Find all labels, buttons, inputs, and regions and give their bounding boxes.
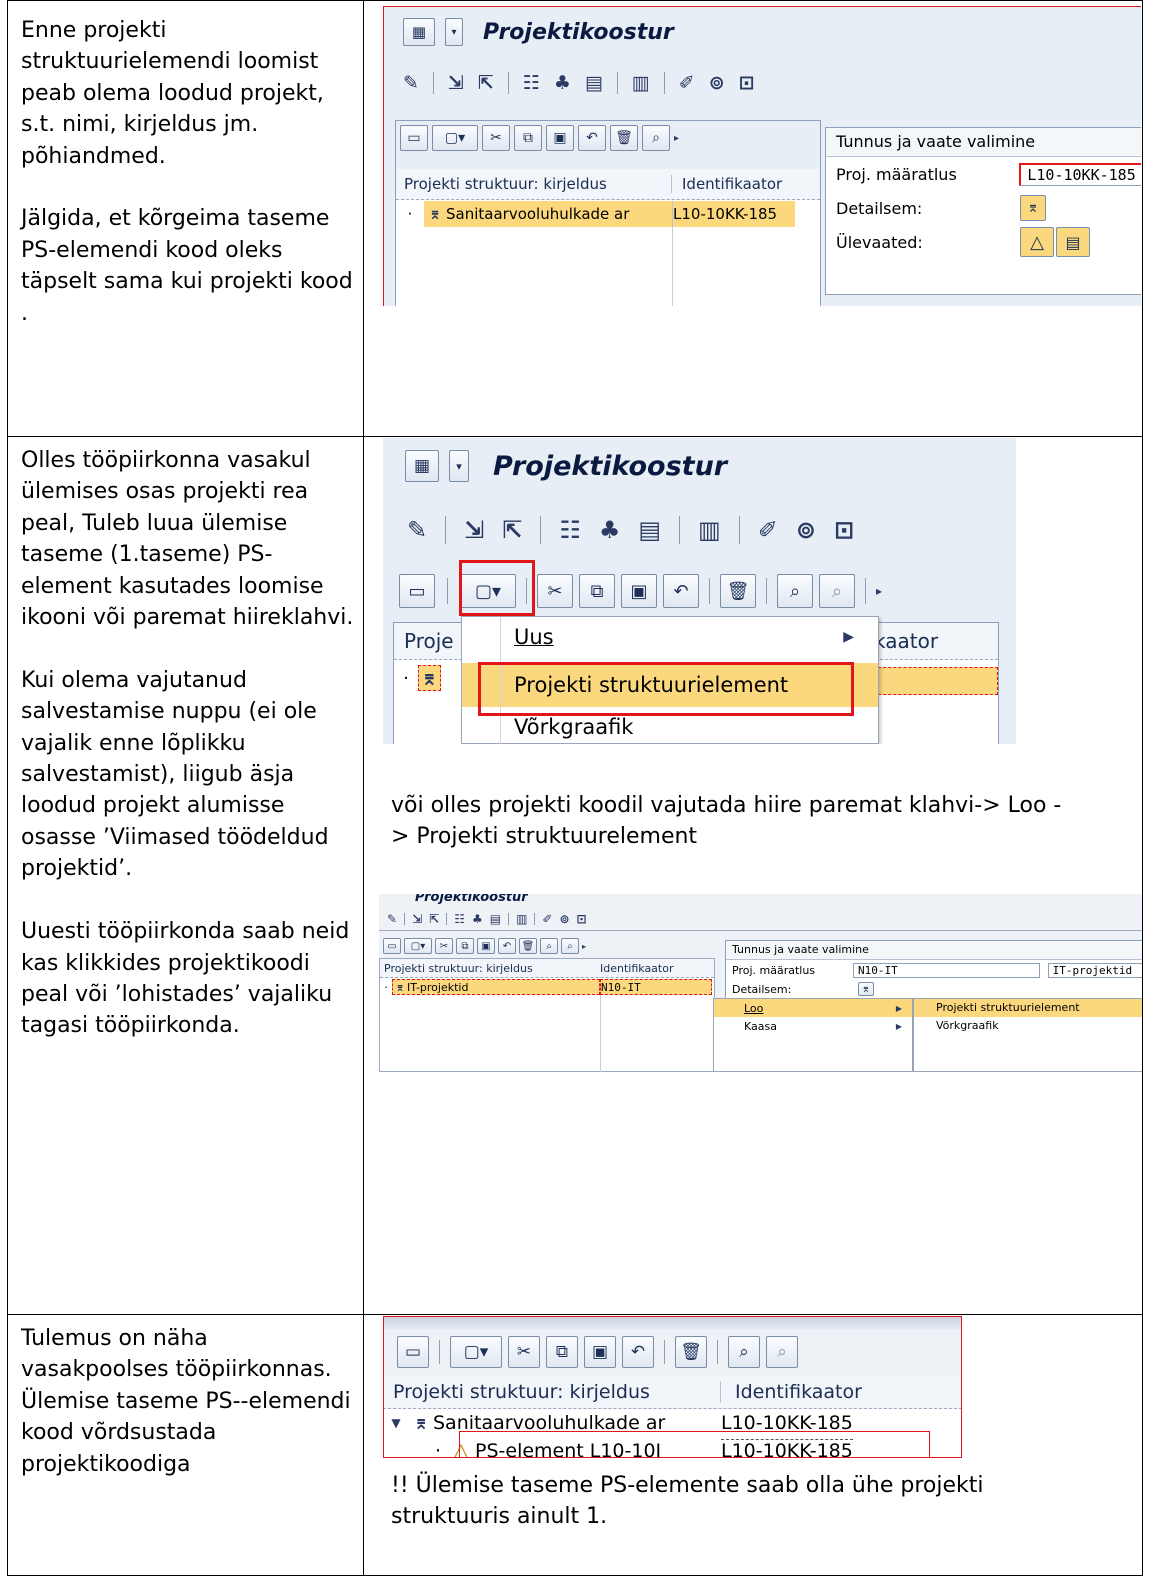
project-definition-icon: ⌆ xyxy=(418,665,441,691)
project-icon[interactable]: ⌆ xyxy=(858,982,874,996)
structure-icon[interactable]: ♣ xyxy=(599,516,621,544)
menu-item-projekti-struktuurielement[interactable]: Projekti struktuurielement xyxy=(914,999,1142,1017)
menu-item-vorkgraafik[interactable]: Võrkgraafik xyxy=(914,1017,1142,1035)
table-icon[interactable]: ▥ xyxy=(698,516,721,544)
highlight-frame xyxy=(383,6,1141,306)
tree-toolbar: ▭ ▢▾ ✂ ⧉ ▣ ↶ 🗑 ⌕ ⌕ ▸ xyxy=(383,938,586,954)
right-text: või olles projekti koodil vajutada hiire… xyxy=(391,793,1062,850)
find-icon[interactable]: ⌕ xyxy=(777,574,813,608)
column-header-identifier[interactable]: Identifikaator xyxy=(600,962,674,975)
open-folder-icon[interactable]: ▭ xyxy=(383,938,401,954)
structure-icon[interactable]: ♣ xyxy=(472,912,483,926)
field-label: Proj. määratlus xyxy=(732,963,816,977)
menu-item-label: Kaasa xyxy=(744,1019,777,1033)
dropdown-icon[interactable]: ▾ xyxy=(449,450,469,482)
tree-row-identifier: N10-IT xyxy=(600,979,712,995)
new-element-highlight xyxy=(459,1431,930,1458)
menu-item-loo[interactable]: Loo ▶ xyxy=(714,999,912,1017)
screenshot-project-builder-3: Projektikoostur ✎ ⇲ ⇱ ☷ ♣ ▤ ▥ ✐ ⊚ ⊡ ▭ ▢▾… xyxy=(379,894,1142,1072)
expand-icon[interactable]: ⇲ xyxy=(412,912,422,926)
create-icon[interactable]: ▢▾ xyxy=(404,938,432,954)
edit-pencil-icon[interactable]: ✎ xyxy=(407,516,427,544)
menu-icon[interactable]: ▦ xyxy=(405,450,439,482)
copy-icon[interactable]: ⧉ xyxy=(579,574,615,608)
table-icon[interactable]: ▥ xyxy=(516,912,527,926)
column-header-identifier[interactable]: kaator xyxy=(874,629,938,653)
create-button-highlight xyxy=(459,560,535,616)
submenu-arrow-icon: ▶ xyxy=(843,629,854,645)
cut-icon[interactable]: ✂ xyxy=(435,938,453,954)
left-text: Tulemus on näha vasakpoolses tööpiirkonn… xyxy=(21,1326,351,1477)
edit-doc-icon[interactable]: ✐ xyxy=(758,516,778,544)
export-icon[interactable]: ⊡ xyxy=(577,912,587,926)
collapse-icon[interactable]: ⇱ xyxy=(429,912,439,926)
left-text: Enne projekti struktuurielemendi loomist… xyxy=(21,18,353,326)
menu-item-kaasa[interactable]: Kaasa ▶ xyxy=(714,1017,912,1035)
edit-pencil-icon[interactable]: ✎ xyxy=(387,912,397,926)
menu-item-label: Projekti struktuurielement xyxy=(936,1001,1080,1014)
refresh-icon[interactable]: ⊚ xyxy=(559,912,569,926)
open-folder-icon[interactable]: ▭ xyxy=(399,574,435,608)
left-text: Olles tööpiirkonna vasakul ülemises osas… xyxy=(21,448,354,1039)
menu-item-label: Loo xyxy=(744,1001,764,1015)
window-title: Projektikoostur xyxy=(493,450,728,482)
tree-row[interactable]: · ⌆ IT-projektid N10-IT xyxy=(380,978,714,996)
toolbar: ✎ ⇲ ⇱ ☷ ♣ ▤ ▥ ✐ ⊚ ⊡ xyxy=(387,912,587,926)
expand-icon[interactable]: ⇲ xyxy=(464,516,484,544)
screenshot-project-tree-result: ▭ ▢▾ ✂ ⧉ ▣ ↶ 🗑 ⌕ ⌕ Projekti struktuur: k… xyxy=(383,1316,962,1458)
refresh-icon[interactable]: ⊚ xyxy=(796,516,816,544)
paste-icon[interactable]: ▣ xyxy=(621,574,657,608)
submenu-arrow-icon: ▶ xyxy=(895,1021,902,1031)
left-cell: Olles tööpiirkonna vasakul ülemises osas… xyxy=(7,436,364,1315)
menu-item-label: Uus xyxy=(514,625,554,649)
window-title: Projektikoostur xyxy=(415,894,528,905)
panel-header: Tunnus ja vaate valimine xyxy=(726,941,1142,960)
project-definition-field[interactable]: N10-IT xyxy=(852,962,1040,978)
hierarchy-icon[interactable]: ☷ xyxy=(454,912,465,926)
toolbar: ✎ ⇲ ⇱ ☷ ♣ ▤ ▥ ✐ ⊚ ⊡ xyxy=(407,516,854,544)
more-arrow-icon[interactable]: ▸ xyxy=(582,942,586,951)
copy-icon[interactable]: ⧉ xyxy=(456,938,474,954)
context-menu: Loo ▶ Kaasa ▶ xyxy=(713,998,913,1072)
collapse-icon[interactable]: ⇱ xyxy=(502,516,522,544)
tree-row-description: IT-projektid xyxy=(407,980,469,994)
menu-item-label: Võrkgraafik xyxy=(514,715,634,739)
screenshot-project-builder-2: ▦ ▾ Projektikoostur ✎ ⇲ ⇱ ☷ ♣ ▤ ▥ ✐ ⊚ ⊡ … xyxy=(383,438,1016,744)
grid-icon[interactable]: ▤ xyxy=(490,912,501,926)
cut-icon[interactable]: ✂ xyxy=(537,574,573,608)
undo-icon[interactable]: ↶ xyxy=(498,938,516,954)
field-label: Detailsem: xyxy=(732,982,792,996)
delete-icon[interactable]: 🗑 xyxy=(519,938,537,954)
menu-item-uus[interactable]: Uus ▶ xyxy=(462,617,878,657)
export-icon[interactable]: ⊡ xyxy=(834,516,854,544)
left-cell: Enne projekti struktuurielemendi loomist… xyxy=(7,0,364,437)
menu-item-label: Võrkgraafik xyxy=(936,1019,999,1032)
left-cell: Tulemus on näha vasakpoolses tööpiirkonn… xyxy=(7,1314,364,1576)
project-description-field[interactable]: IT-projektid xyxy=(1047,962,1142,978)
paste-icon[interactable]: ▣ xyxy=(477,938,495,954)
menu-item-highlight xyxy=(478,662,854,716)
submenu-arrow-icon: ▶ xyxy=(895,1003,902,1013)
create-submenu: Projekti struktuurielement Võrkgraafik xyxy=(913,998,1142,1072)
find-next-icon[interactable]: ⌕ xyxy=(561,938,579,954)
delete-icon[interactable]: 🗑 xyxy=(720,574,756,608)
project-definition-icon: ⌆ xyxy=(395,980,405,994)
screenshot-project-builder-1: ▦ ▾ Projektikoostur ✎ ⇲ ⇱ ☷ ♣ ▤ ▥ ✐ ⊚ ⊡ … xyxy=(383,6,1141,306)
hierarchy-icon[interactable]: ☷ xyxy=(559,516,581,544)
find-next-icon[interactable]: ⌕ xyxy=(819,574,855,608)
find-icon[interactable]: ⌕ xyxy=(540,938,558,954)
edit-doc-icon[interactable]: ✐ xyxy=(542,912,552,926)
column-header-description[interactable]: Projekti struktuur: kirjeldus xyxy=(380,962,600,975)
undo-icon[interactable]: ↶ xyxy=(663,574,699,608)
grid-icon[interactable]: ▤ xyxy=(638,516,661,544)
more-arrow-icon[interactable]: ▸ xyxy=(876,584,882,598)
right-text: !! Ülemise taseme PS-elemente saab olla … xyxy=(391,1473,984,1530)
